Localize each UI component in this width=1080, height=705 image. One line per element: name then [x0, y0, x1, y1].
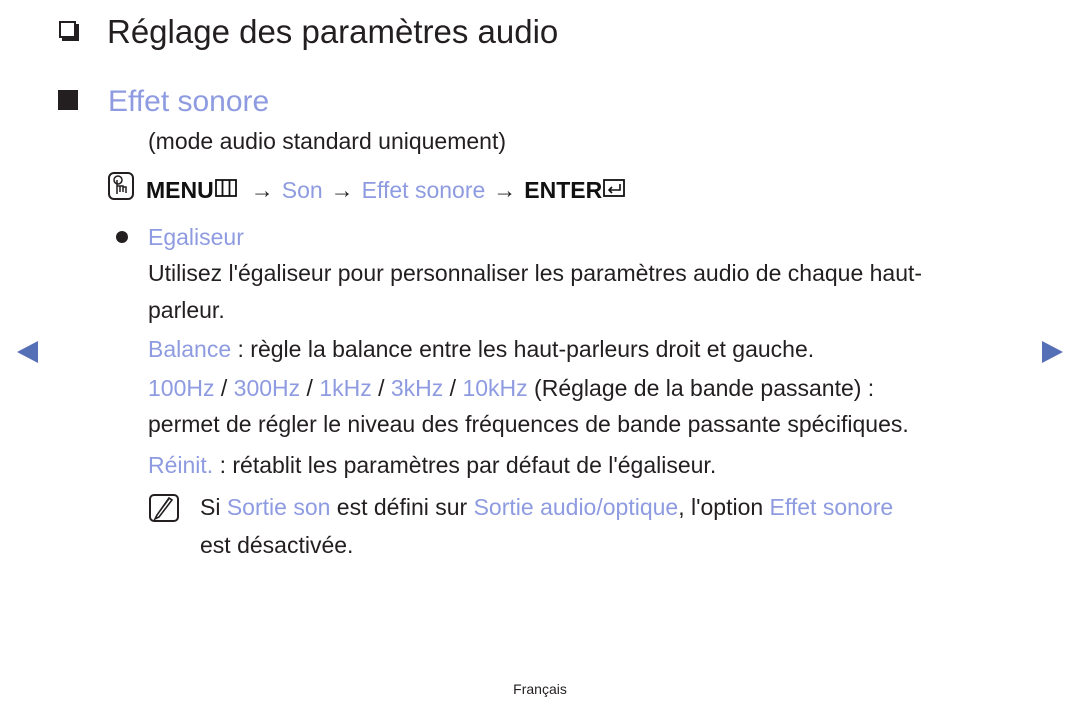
- balance-label[interactable]: Balance: [148, 336, 231, 362]
- frequencies-suffix: (Réglage de la bande passante) :: [527, 375, 875, 401]
- freq-10khz[interactable]: 10kHz: [462, 375, 527, 401]
- note-text: Si: [200, 494, 227, 520]
- note-line1: Si Sortie son est défini sur Sortie audi…: [200, 492, 893, 522]
- menu-label: MENU: [146, 176, 214, 203]
- link-sortie-son[interactable]: Sortie son: [227, 494, 331, 520]
- menu-step-son[interactable]: Son: [282, 175, 323, 205]
- separator: /: [214, 375, 234, 401]
- freq-1khz[interactable]: 1kHz: [319, 375, 371, 401]
- frequencies-line2: permet de régler le niveau des fréquence…: [148, 411, 909, 437]
- filled-square-icon: [58, 90, 78, 110]
- reinit-text: : rétablit les paramètres par défaut de …: [213, 452, 717, 478]
- freq-100hz[interactable]: 100Hz: [148, 375, 214, 401]
- link-sortie-audio-optique[interactable]: Sortie audio/optique: [474, 494, 679, 520]
- frequencies-line: 100Hz / 300Hz / 1kHz / 3kHz / 10kHz (Rég…: [148, 373, 874, 403]
- page-title: Réglage des paramètres audio: [107, 13, 559, 50]
- reinit-label[interactable]: Réinit.: [148, 452, 213, 478]
- next-page-arrow-icon[interactable]: [1042, 341, 1063, 363]
- menu-step-effet-sonore[interactable]: Effet sonore: [362, 175, 486, 205]
- menu-grid-icon: [214, 175, 237, 205]
- balance-line: Balance : règle la balance entre les hau…: [148, 334, 814, 364]
- link-effet-sonore[interactable]: Effet sonore: [770, 494, 894, 520]
- arrow-separator: →: [330, 176, 354, 203]
- separator: /: [371, 375, 391, 401]
- egaliseur-title[interactable]: Egaliseur: [148, 222, 244, 252]
- note-text: est défini sur: [330, 494, 474, 520]
- arrow-separator: →: [250, 176, 274, 203]
- touch-hand-icon: [108, 172, 134, 207]
- note-text: , l'option: [678, 494, 770, 520]
- bullet-icon: [116, 231, 128, 243]
- arrow-separator: →: [493, 176, 517, 203]
- note-line2: est désactivée.: [200, 532, 354, 558]
- note-pencil-icon: [149, 494, 179, 527]
- freq-3khz[interactable]: 3kHz: [391, 375, 443, 401]
- enter-label: ENTER: [524, 176, 603, 203]
- menu-path: MENU → Son → Effet sonore → ENTER: [108, 172, 626, 207]
- footer-language: Français: [513, 681, 567, 697]
- separator: /: [443, 375, 463, 401]
- egaliseur-description-line2: parleur.: [148, 297, 225, 323]
- balance-text: : règle la balance entre les haut-parleu…: [231, 336, 815, 362]
- enter-return-icon: [603, 175, 626, 205]
- hollow-checkbox-icon: [59, 21, 76, 38]
- separator: /: [300, 375, 320, 401]
- freq-300hz[interactable]: 300Hz: [234, 375, 300, 401]
- reinit-line: Réinit. : rétablit les paramètres par dé…: [148, 450, 716, 480]
- section-subtitle: (mode audio standard uniquement): [148, 128, 507, 154]
- section-title: Effet sonore: [108, 85, 270, 118]
- egaliseur-description-line1: Utilisez l'égaliseur pour personnaliser …: [148, 260, 923, 286]
- previous-page-arrow-icon[interactable]: [17, 341, 38, 363]
